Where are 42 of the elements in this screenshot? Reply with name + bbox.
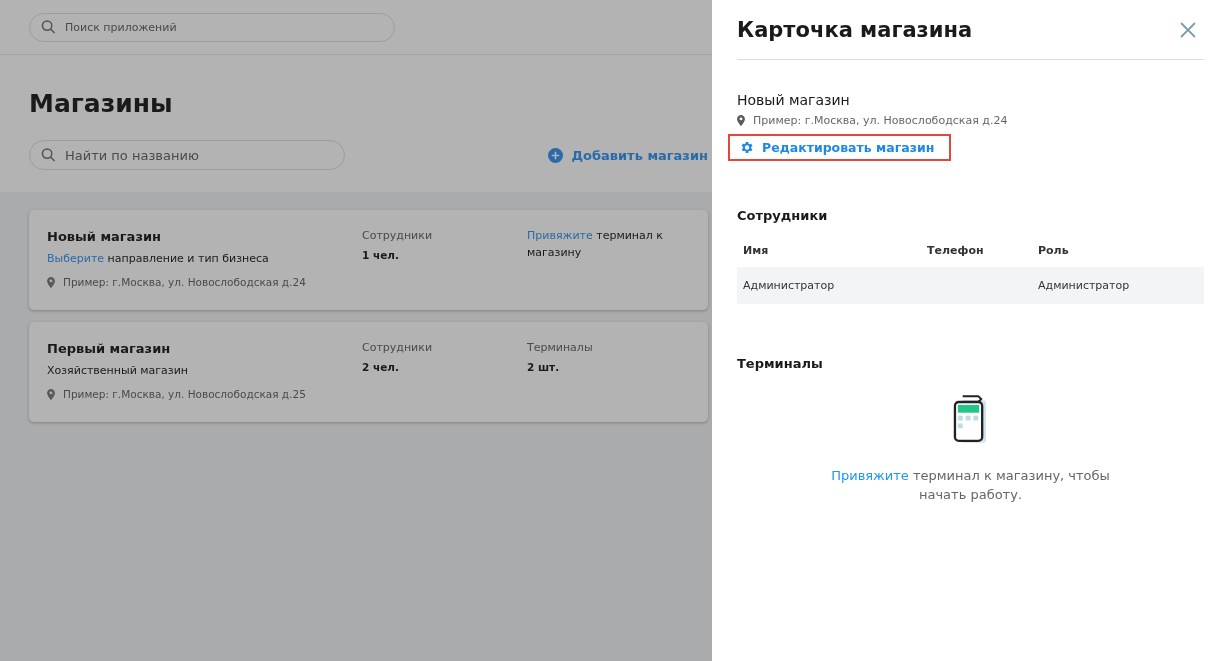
table-cell: Администратор [1032, 267, 1204, 304]
store-address: Пример: г.Москва, ул. Новослободская д.24 [63, 276, 306, 288]
store-subtitle: Выберите направление и тип бизнеса [47, 252, 270, 265]
store-card[interactable]: Первый магазин Хозяйственный магазин Пример: г.Москва, ул. Новослободская д.25 Сотрудники 2 чел. Терминалы 2 шт. [29, 322, 708, 422]
location-pin-icon [47, 388, 55, 400]
section-title: Сотрудники [737, 208, 829, 223]
empty-message: Привяжите терминал к магазину, чтобы начать работу. [830, 467, 1111, 504]
store-card[interactable]: Новый магазин Выберите направление и тип бизнеса Пример: г.Москва, ул. Новослободская д.24 Сотрудники 1 чел. Привяжите терминал к магазину [29, 210, 708, 310]
table-cell: Администратор [737, 267, 921, 304]
plus-circle-icon [548, 147, 564, 163]
link[interactable]: Привяжите [527, 229, 593, 242]
column-label: Сотрудники [362, 341, 434, 354]
terminal-icon [953, 395, 988, 444]
column-label: Терминалы [527, 341, 594, 354]
store-name: Новый магазин [47, 229, 163, 244]
close-icon [1180, 21, 1196, 38]
store-address: Пример: г.Москва, ул. Новослободская д.25 [63, 388, 306, 400]
column-label: Сотрудники [362, 229, 434, 242]
page-title: Магазины [29, 89, 174, 118]
gear-icon [739, 140, 754, 155]
store-name: Первый магазин [47, 341, 172, 356]
column-header: Роль [1032, 233, 1204, 267]
store-subtitle: Хозяйственный магазин [47, 364, 190, 377]
column-header: Телефон [921, 233, 1032, 267]
column-value: 2 чел. [362, 361, 400, 373]
link[interactable]: Выберите [47, 252, 105, 265]
column-value: 1 чел. [362, 249, 400, 261]
section-title: Терминалы [737, 356, 824, 371]
terminal-prompt: Привяжите терминал к магазину [527, 228, 664, 261]
edit-store-button[interactable]: Редактировать магазин [728, 134, 952, 161]
column-header: Имя [737, 233, 921, 267]
location-pin-icon [737, 115, 745, 126]
drawer-title: Карточка магазина [737, 17, 973, 42]
location-pin-icon [47, 276, 55, 288]
app-search-field[interactable]: Поиск приложений [29, 12, 395, 42]
close-button[interactable] [1180, 21, 1196, 38]
store-name: Новый магазин [737, 92, 851, 108]
store-search-field[interactable]: Найти по названию [29, 140, 345, 170]
add-store-button[interactable]: Добавить магазин [548, 147, 708, 163]
column-value: 2 шт. [527, 361, 561, 373]
link[interactable]: Привяжите [831, 468, 909, 483]
store-address: Пример: г.Москва, ул. Новослободская д.24 [753, 114, 1008, 127]
